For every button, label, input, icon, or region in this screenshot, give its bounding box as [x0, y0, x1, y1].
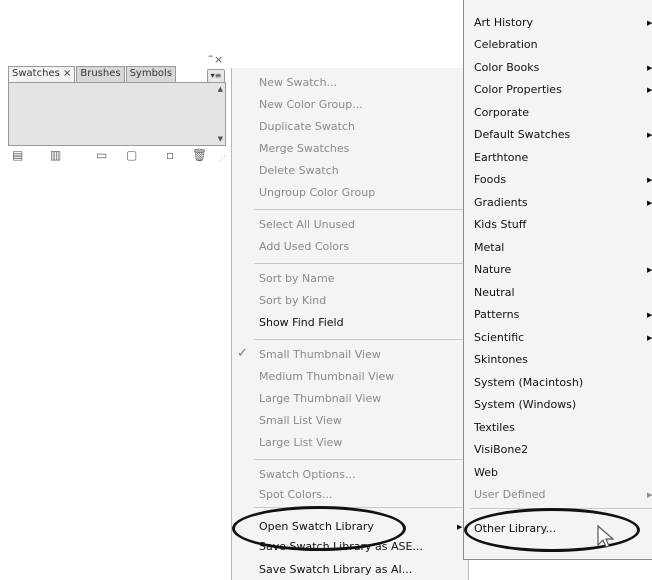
submenu-arrow-icon: ▶ [647, 19, 652, 27]
panel-footer: ▤ ▥ ▭ ▢ ▫ 🗑 ⋰ [8, 146, 226, 170]
swatches-panel: – × Swatches × Brushes Symbols ▾≡ ▲ ▼ ▤ … [6, 49, 228, 182]
menu-separator [254, 339, 468, 340]
tab-brushes[interactable]: Brushes [76, 66, 125, 82]
library-item-nature[interactable]: Nature [474, 263, 511, 276]
menu-item-large-list-view[interactable]: Large List View [259, 436, 342, 449]
checkmark-icon: ✓ [237, 346, 248, 361]
menu-item-save-swatch-library-ai[interactable]: Save Swatch Library as AI... [259, 563, 412, 576]
menu-separator [254, 263, 468, 264]
menu-item-add-used-colors[interactable]: Add Used Colors [259, 240, 349, 253]
library-item-foods[interactable]: Foods [474, 173, 506, 186]
library-item-skintones[interactable]: Skintones [474, 353, 528, 366]
menu-item-ungroup-color-group[interactable]: Ungroup Color Group [259, 186, 375, 199]
submenu-arrow-icon: ▶ [647, 334, 652, 342]
submenu-arrow-icon: ▶ [457, 523, 463, 531]
library-item-gradients[interactable]: Gradients [474, 196, 528, 209]
library-item-scientific[interactable]: Scientific [474, 331, 524, 344]
library-item-system-macintosh[interactable]: System (Macintosh) [474, 376, 583, 389]
scroll-up-arrow-icon[interactable]: ▲ [218, 85, 223, 93]
submenu-arrow-icon: ▶ [647, 266, 652, 274]
new-color-group-icon[interactable]: ▢ [126, 148, 137, 162]
panel-tabs: Swatches × Brushes Symbols [8, 66, 177, 82]
menu-item-large-thumbnail-view[interactable]: Large Thumbnail View [259, 392, 381, 405]
menu-separator [254, 459, 468, 460]
submenu-arrow-icon: ▶ [647, 86, 652, 94]
submenu-arrow-icon: ▶ [647, 64, 652, 72]
library-item-celebration[interactable]: Celebration [474, 38, 538, 51]
library-item-color-properties[interactable]: Color Properties [474, 83, 562, 96]
tab-symbols[interactable]: Symbols [125, 66, 177, 82]
menu-item-medium-thumbnail-view[interactable]: Medium Thumbnail View [259, 370, 394, 383]
menu-item-show-find-field[interactable]: Show Find Field [259, 316, 344, 329]
library-item-visibone2[interactable]: VisiBone2 [474, 443, 528, 456]
tab-swatches[interactable]: Swatches × [8, 66, 76, 82]
menu-item-small-thumbnail-view[interactable]: Small Thumbnail View [259, 348, 381, 361]
library-item-default-swatches[interactable]: Default Swatches [474, 128, 570, 141]
mouse-cursor-icon [597, 524, 615, 548]
library-item-neutral[interactable]: Neutral [474, 286, 515, 299]
menu-item-small-list-view[interactable]: Small List View [259, 414, 342, 427]
submenu-arrow-icon: ▶ [647, 131, 652, 139]
menu-item-duplicate-swatch[interactable]: Duplicate Swatch [259, 120, 355, 133]
new-swatch-icon[interactable]: ▫ [166, 148, 174, 162]
close-panel-button[interactable]: × [214, 53, 224, 66]
show-swatch-kinds-icon[interactable]: ▥ [50, 148, 61, 162]
submenu-arrow-icon: ▶ [647, 199, 652, 207]
menu-item-swatch-options[interactable]: Swatch Options... [259, 468, 355, 481]
swatch-libraries-menu-icon[interactable]: ▤ [12, 148, 23, 162]
panel-menu-button[interactable]: ▾≡ [207, 69, 225, 83]
library-item-kids-stuff[interactable]: Kids Stuff [474, 218, 526, 231]
library-item-web[interactable]: Web [474, 466, 498, 479]
library-item-system-windows[interactable]: System (Windows) [474, 398, 576, 411]
library-item-corporate[interactable]: Corporate [474, 106, 529, 119]
library-item-metal[interactable]: Metal [474, 241, 504, 254]
library-item-textiles[interactable]: Textiles [474, 421, 515, 434]
submenu-arrow-icon: ▶ [647, 176, 652, 184]
library-item-patterns[interactable]: Patterns [474, 308, 519, 321]
library-item-color-books[interactable]: Color Books [474, 61, 539, 74]
delete-swatch-icon[interactable]: 🗑 [192, 148, 207, 162]
swatch-library-submenu: Art History ▶ Celebration Color Books ▶ … [463, 0, 652, 560]
resize-grip-icon[interactable]: ⋰ [218, 154, 226, 163]
menu-item-merge-swatches[interactable]: Merge Swatches [259, 142, 349, 155]
menu-separator [254, 209, 468, 210]
menu-item-new-swatch[interactable]: New Swatch... [259, 76, 337, 89]
highlight-oval [232, 506, 406, 551]
menu-item-delete-swatch[interactable]: Delete Swatch [259, 164, 339, 177]
swatch-options-icon[interactable]: ▭ [96, 148, 107, 162]
submenu-arrow-icon: ▶ [647, 311, 652, 319]
swatch-list-area[interactable]: ▲ ▼ [8, 82, 226, 146]
swatches-flyout-menu: New Swatch... New Color Group... Duplica… [231, 68, 469, 580]
menu-item-sort-by-name[interactable]: Sort by Name [259, 272, 335, 285]
menu-item-sort-by-kind[interactable]: Sort by Kind [259, 294, 326, 307]
library-item-user-defined[interactable]: User Defined [474, 488, 545, 501]
minimize-button[interactable]: – [208, 49, 214, 62]
scroll-down-arrow-icon[interactable]: ▼ [218, 135, 223, 143]
menu-item-select-all-unused[interactable]: Select All Unused [259, 218, 355, 231]
submenu-arrow-icon: ▶ [647, 491, 652, 499]
library-item-earthtone[interactable]: Earthtone [474, 151, 528, 164]
menu-item-spot-colors[interactable]: Spot Colors... [259, 488, 332, 501]
library-item-art-history[interactable]: Art History [474, 16, 533, 29]
menu-item-new-color-group[interactable]: New Color Group... [259, 98, 363, 111]
